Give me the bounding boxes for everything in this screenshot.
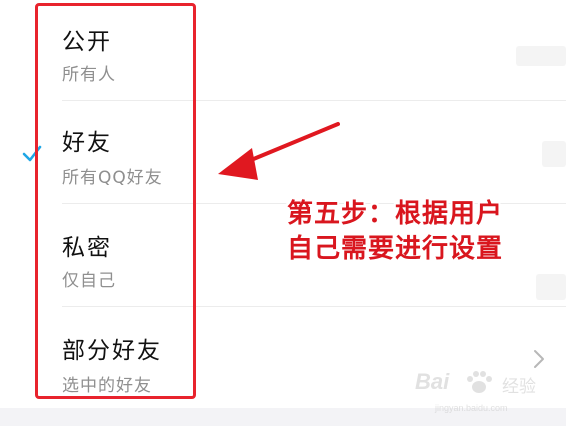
step-annotation: 第五步：根据用户 自己需要进行设置 (287, 197, 557, 267)
watermark-url: jingyan.baidu.com (435, 403, 508, 413)
paw-icon (467, 371, 492, 393)
arrow-left-icon (218, 122, 340, 180)
faint-placeholder (536, 274, 566, 300)
watermark-brand: Bai (415, 369, 450, 394)
faint-placeholder (516, 46, 566, 66)
annotation-line-1: 第五步：根据用户 (287, 199, 504, 229)
annotation-line-2: 自己需要进行设置 (287, 234, 504, 264)
highlight-box (35, 3, 196, 399)
watermark-cn: 经验 (502, 377, 536, 397)
faint-placeholder (542, 141, 566, 167)
baidu-jingyan-watermark: Bai 经验 jingyan.baidu.com (415, 363, 565, 419)
